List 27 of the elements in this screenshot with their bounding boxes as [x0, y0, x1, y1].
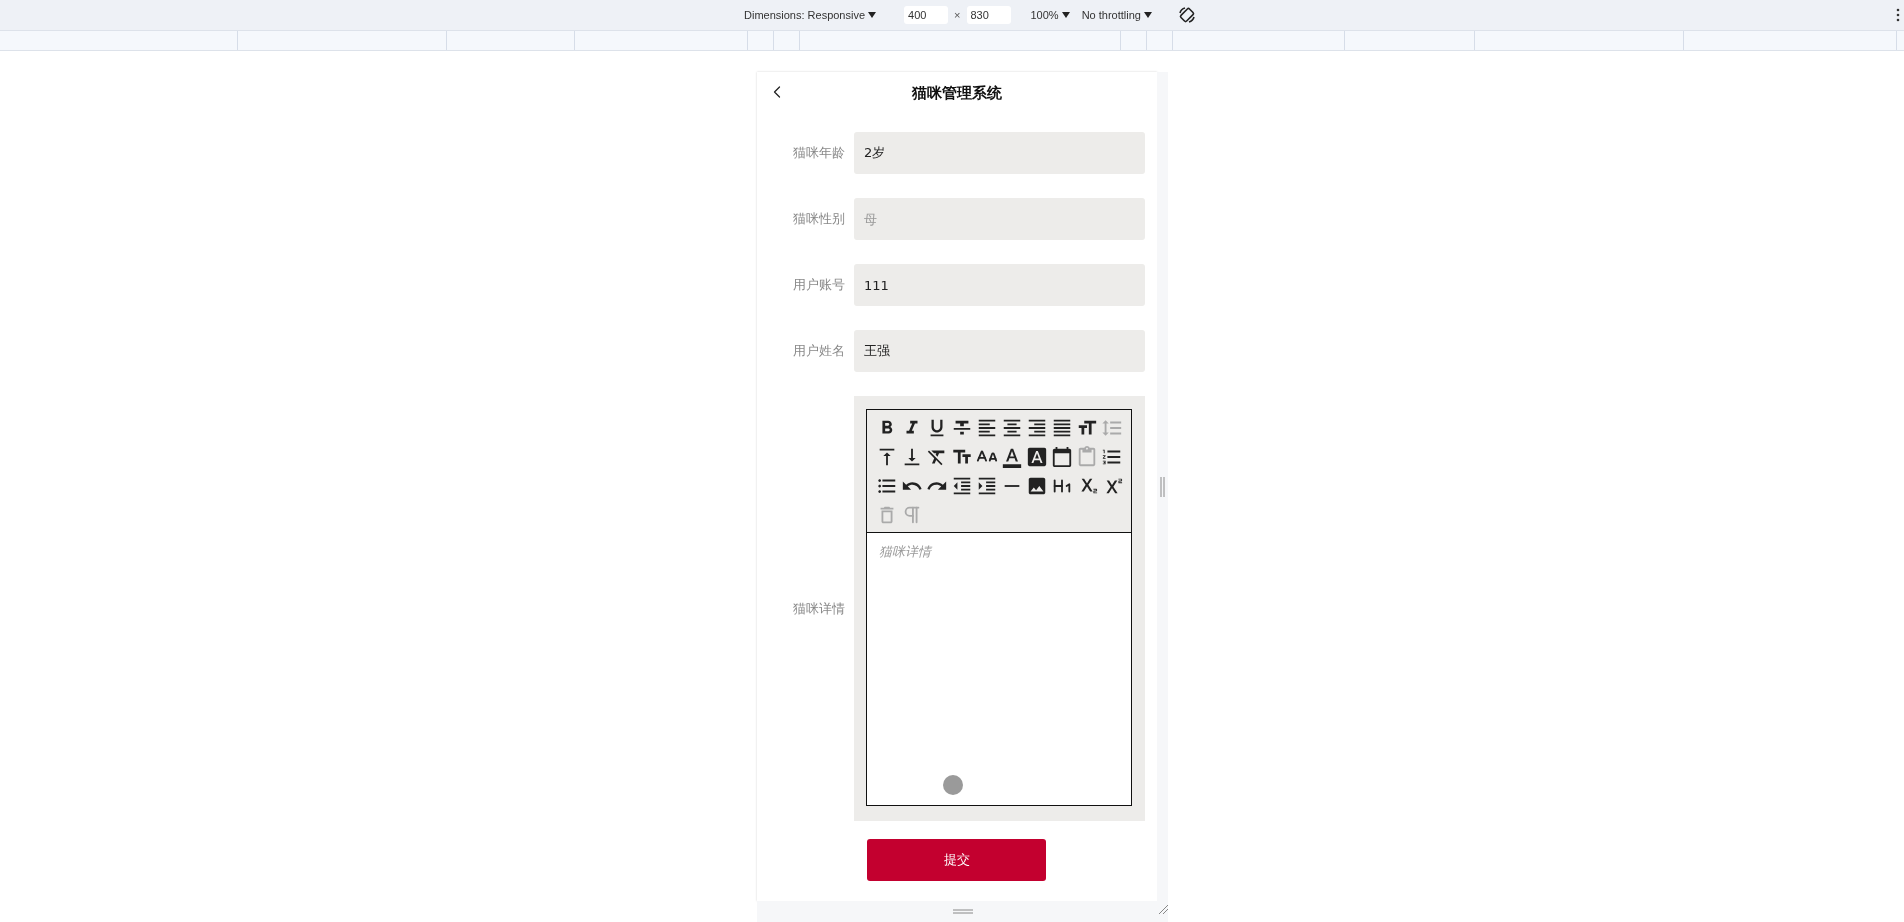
field-label: 猫咪详情 — [793, 599, 845, 618]
caret-icon — [1061, 12, 1070, 18]
field-label: 用户姓名 — [793, 342, 845, 360]
width-field[interactable]: 400 — [904, 6, 949, 24]
more-icon[interactable] — [1896, 8, 1900, 22]
input-field[interactable]: 母 — [854, 198, 1145, 240]
field-label: 猫咪性别 — [793, 210, 845, 228]
corner-resize-icon[interactable] — [1159, 905, 1168, 914]
highlight-icon[interactable] — [1025, 445, 1048, 468]
zoom-dropdown[interactable]: 100% — [1028, 9, 1072, 21]
page-title: 猫咪管理系统 — [912, 83, 1002, 103]
caret-icon — [868, 12, 877, 18]
rotate-icon[interactable] — [1177, 6, 1196, 24]
caret-icon — [1143, 12, 1152, 18]
input-field[interactable]: 王强 — [854, 330, 1145, 372]
resize-handle-icon[interactable] — [1160, 476, 1165, 497]
dimension-separator: × — [954, 9, 961, 21]
input-field[interactable]: 111 — [854, 264, 1145, 306]
throttling-dropdown[interactable]: No throttling — [1079, 9, 1154, 21]
submit-button[interactable]: 提交 — [867, 839, 1046, 881]
calendar-icon[interactable] — [1050, 445, 1073, 468]
resize-handle-icon[interactable] — [952, 909, 973, 914]
dimensions-dropdown[interactable]: Dimensions: Responsive — [742, 9, 879, 21]
input-field[interactable]: 2岁 — [854, 132, 1145, 174]
field-label: 猫咪年龄 — [793, 144, 845, 162]
height-field[interactable]: 830 — [966, 6, 1011, 24]
field-label: 用户账号 — [793, 276, 845, 294]
